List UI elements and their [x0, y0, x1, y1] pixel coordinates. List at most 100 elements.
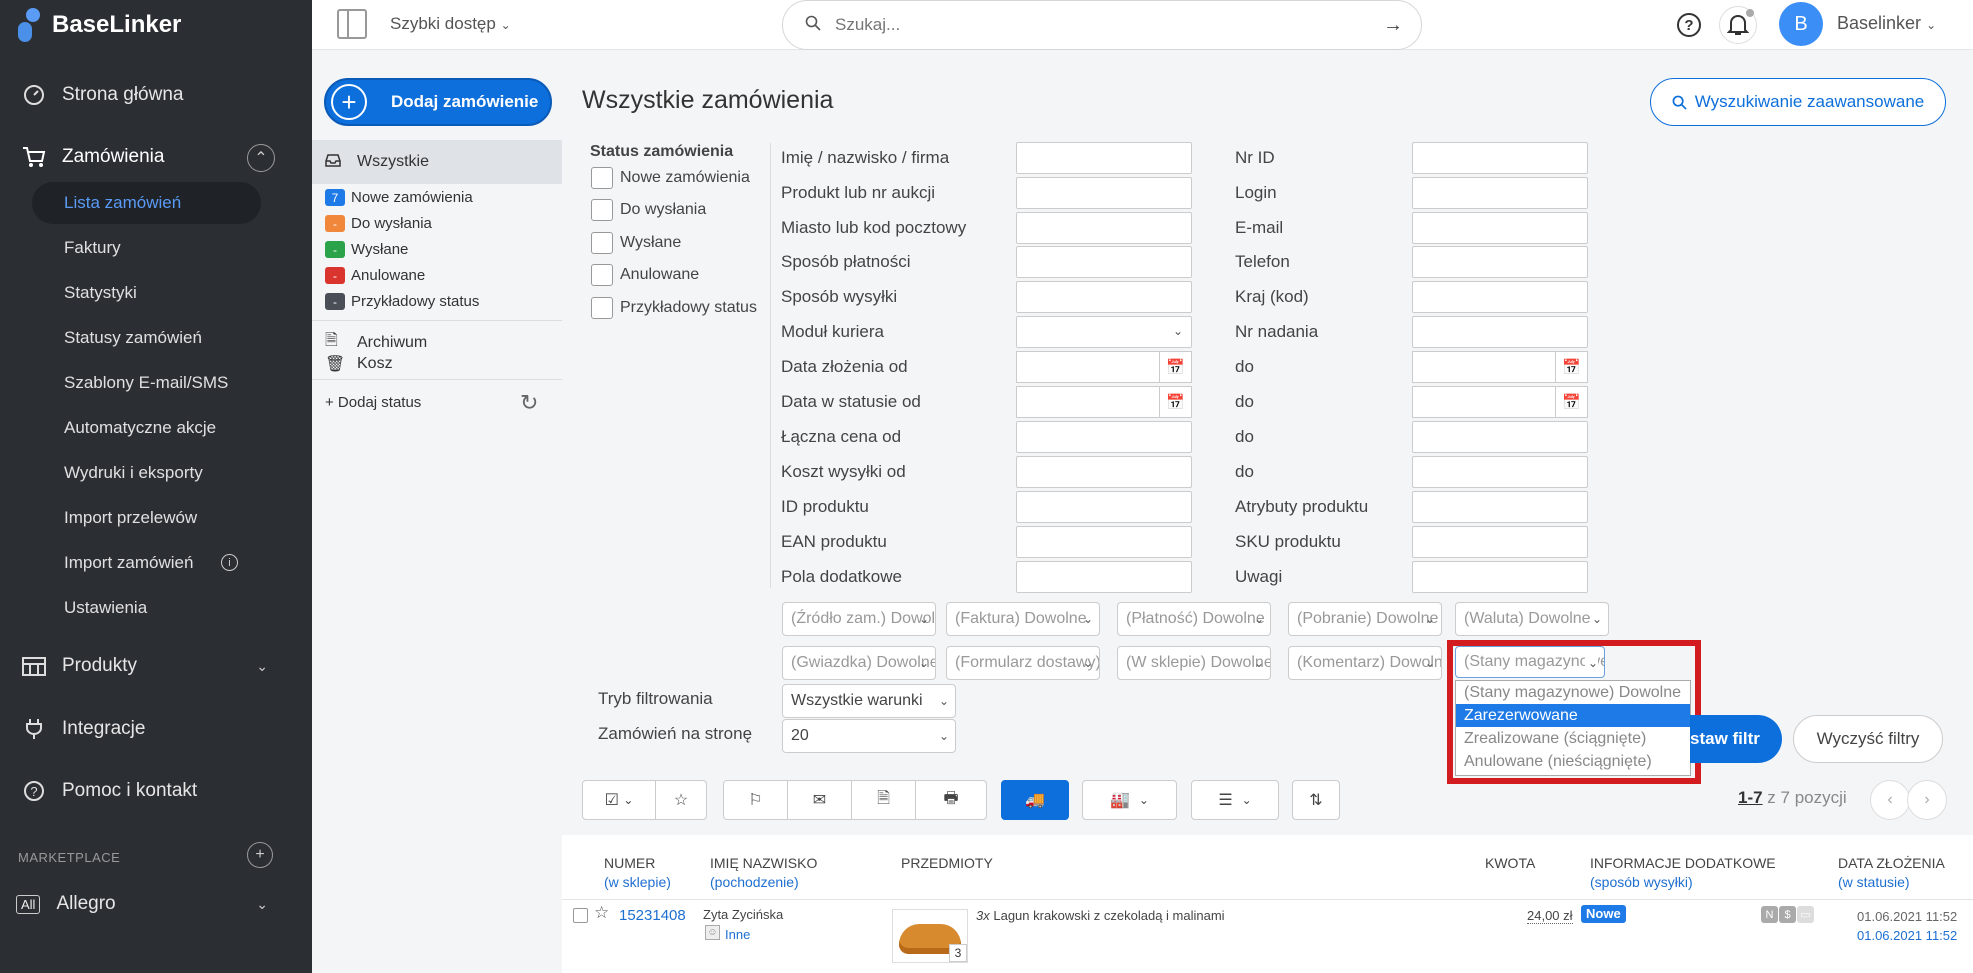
subnav-prints-exports[interactable]: Wydruki i eksporty	[64, 463, 203, 483]
product-thumbnail[interactable]: 3	[892, 909, 968, 963]
order-id-input[interactable]	[1412, 142, 1588, 174]
city-input[interactable]	[1016, 212, 1192, 244]
shipping-button[interactable]: 🚚	[1001, 780, 1069, 820]
courier-select[interactable]: ⌄	[1016, 316, 1192, 348]
star-icon[interactable]: ☆	[594, 903, 609, 923]
sku-input[interactable]	[1412, 526, 1588, 558]
refresh-icon[interactable]: ↻	[520, 390, 538, 416]
help-button[interactable]: ?	[1670, 6, 1708, 44]
subnav-settings[interactable]: Ustawienia	[64, 598, 147, 618]
document-button[interactable]: 🗎	[851, 780, 916, 820]
status-trash[interactable]: 🗑 Kosz	[325, 354, 393, 374]
checkbox-new[interactable]	[591, 167, 613, 189]
column-subheader[interactable]: (w sklepie)	[604, 874, 671, 890]
shipping-cost-from[interactable]	[1016, 456, 1192, 488]
column-header[interactable]: INFORMACJE DODATKOWE	[1590, 855, 1776, 871]
shipping-method-input[interactable]	[1016, 281, 1192, 313]
info-icon[interactable]: i	[221, 554, 238, 571]
column-subheader[interactable]: (sposób wysyłki)	[1590, 874, 1693, 890]
subnav-import-transfers[interactable]: Import przelewów	[64, 508, 197, 528]
comment-select[interactable]: (Komentarz) Dowolne ⌄	[1288, 646, 1442, 680]
nav-home[interactable]: Strona główna	[0, 75, 312, 115]
subnav-invoices[interactable]: Faktury	[64, 238, 121, 258]
search-input[interactable]	[835, 15, 1355, 35]
name-input[interactable]	[1016, 142, 1192, 174]
calendar-icon[interactable]: 📅	[1555, 352, 1587, 382]
prev-page-button[interactable]: ‹	[1870, 780, 1910, 820]
status-to-send[interactable]: - Do wysłania	[325, 215, 432, 232]
sort-button[interactable]: ⇅	[1292, 780, 1340, 820]
star-select[interactable]: (Gwiazdka) Dowolne ⌄	[782, 646, 936, 680]
select-dropdown-button[interactable]: ☑ ⌄	[582, 780, 656, 820]
flag-button[interactable]: ⚐	[723, 780, 788, 820]
currency-select[interactable]: (Waluta) Dowolne ⌄	[1455, 602, 1609, 636]
order-number-link[interactable]: 15231408	[619, 907, 686, 924]
sidebar-toggle-icon[interactable]	[337, 9, 367, 39]
advanced-search-button[interactable]: Wyszukiwanie zaawansowane	[1650, 78, 1946, 126]
status-archive[interactable]: 🗎 Archiwum	[325, 329, 427, 356]
nav-help[interactable]: ? Pomoc i kontakt	[0, 771, 312, 811]
add-order-button[interactable]: + Dodaj zamówienie	[324, 78, 552, 126]
order-origin[interactable]: Inne	[725, 927, 750, 942]
checkbox-example[interactable]	[591, 297, 613, 319]
nav-allegro[interactable]: All Allegro ⌄	[0, 884, 312, 924]
subnav-statistics[interactable]: Statystyki	[64, 283, 137, 303]
payment-select[interactable]: (Płatność) Dowolne ⌄	[1117, 602, 1271, 636]
shipping-cost-to[interactable]	[1412, 456, 1588, 488]
in-store-select[interactable]: (W sklepie) Dowolne ⌄	[1117, 646, 1271, 680]
user-menu[interactable]: Baselinker ⌄	[1837, 13, 1936, 34]
star-button[interactable]: ☆	[655, 780, 707, 820]
warehouse-dropdown-button[interactable]: 🏭 ⌄	[1082, 780, 1177, 820]
subnav-order-list[interactable]: Lista zamówień	[64, 193, 181, 213]
invoice-select[interactable]: (Faktura) Dowolne ⌄	[946, 602, 1100, 636]
subnav-order-statuses[interactable]: Statusy zamówień	[64, 328, 202, 348]
country-input[interactable]	[1412, 281, 1588, 313]
product-input[interactable]	[1016, 177, 1192, 209]
status-new[interactable]: 7 Nowe zamówienia	[325, 189, 473, 206]
column-header[interactable]: PRZEDMIOTY	[901, 855, 993, 871]
checkbox-to-send[interactable]	[591, 199, 613, 221]
clear-filters-button[interactable]: Wyczyść filtry	[1793, 715, 1943, 763]
nav-products[interactable]: Produkty ⌄	[0, 646, 312, 686]
avatar[interactable]: B	[1779, 2, 1823, 46]
ean-input[interactable]	[1016, 526, 1192, 558]
login-input[interactable]	[1412, 177, 1588, 209]
per-page-select[interactable]: 20 ⌄	[782, 719, 956, 753]
subnav-email-templates[interactable]: Szablony E-mail/SMS	[64, 373, 228, 393]
checkbox-cancelled[interactable]	[591, 264, 613, 286]
column-header[interactable]: IMIĘ NAZWISKO	[710, 855, 817, 871]
status-example[interactable]: - Przykładowy status	[325, 293, 479, 310]
total-price-from[interactable]	[1016, 421, 1192, 453]
menu-dropdown-button[interactable]: ☰ ⌄	[1191, 780, 1279, 820]
apply-filter-button[interactable]: staw filtr	[1690, 715, 1782, 763]
extra-fields-input[interactable]	[1016, 561, 1192, 593]
status-date-from[interactable]: 📅	[1016, 386, 1192, 418]
nav-integrations[interactable]: Integracje	[0, 709, 312, 749]
add-marketplace-button[interactable]: +	[247, 842, 273, 868]
product-attributes-input[interactable]	[1412, 491, 1588, 523]
tracking-number-input[interactable]	[1412, 316, 1588, 348]
cod-select[interactable]: (Pobranie) Dowolne ⌄	[1288, 602, 1442, 636]
delivery-form-select[interactable]: (Formularz dostawy) Dowolne⌄	[946, 646, 1100, 680]
status-sent[interactable]: - Wysłane	[325, 241, 408, 258]
row-checkbox[interactable]	[573, 908, 588, 923]
status-all[interactable]: Wszystkie	[312, 140, 562, 184]
notes-input[interactable]	[1412, 561, 1588, 593]
add-status-link[interactable]: + Dodaj status	[325, 394, 421, 411]
column-subheader[interactable]: (pochodzenie)	[710, 874, 799, 890]
column-header[interactable]: KWOTA	[1485, 855, 1535, 871]
source-select[interactable]: (Źródło zam.) Dowolne⌄	[782, 602, 936, 636]
calendar-icon[interactable]: 📅	[1555, 387, 1587, 417]
quick-access-dropdown[interactable]: Szybki dostęp ⌄	[390, 14, 511, 34]
subnav-automatic-actions[interactable]: Automatyczne akcje	[64, 418, 216, 438]
order-date-from[interactable]: 📅	[1016, 351, 1192, 383]
total-price-to[interactable]	[1412, 421, 1588, 453]
product-id-input[interactable]	[1016, 491, 1192, 523]
order-date-to[interactable]: 📅	[1412, 351, 1588, 383]
column-header[interactable]: NUMER	[604, 855, 655, 871]
status-cancelled[interactable]: - Anulowane	[325, 267, 425, 284]
column-subheader[interactable]: (w statusie)	[1838, 874, 1910, 890]
notifications-button[interactable]	[1719, 6, 1757, 44]
logo[interactable]: BaseLinker	[18, 8, 181, 42]
arrow-right-icon[interactable]: →	[1383, 14, 1403, 37]
